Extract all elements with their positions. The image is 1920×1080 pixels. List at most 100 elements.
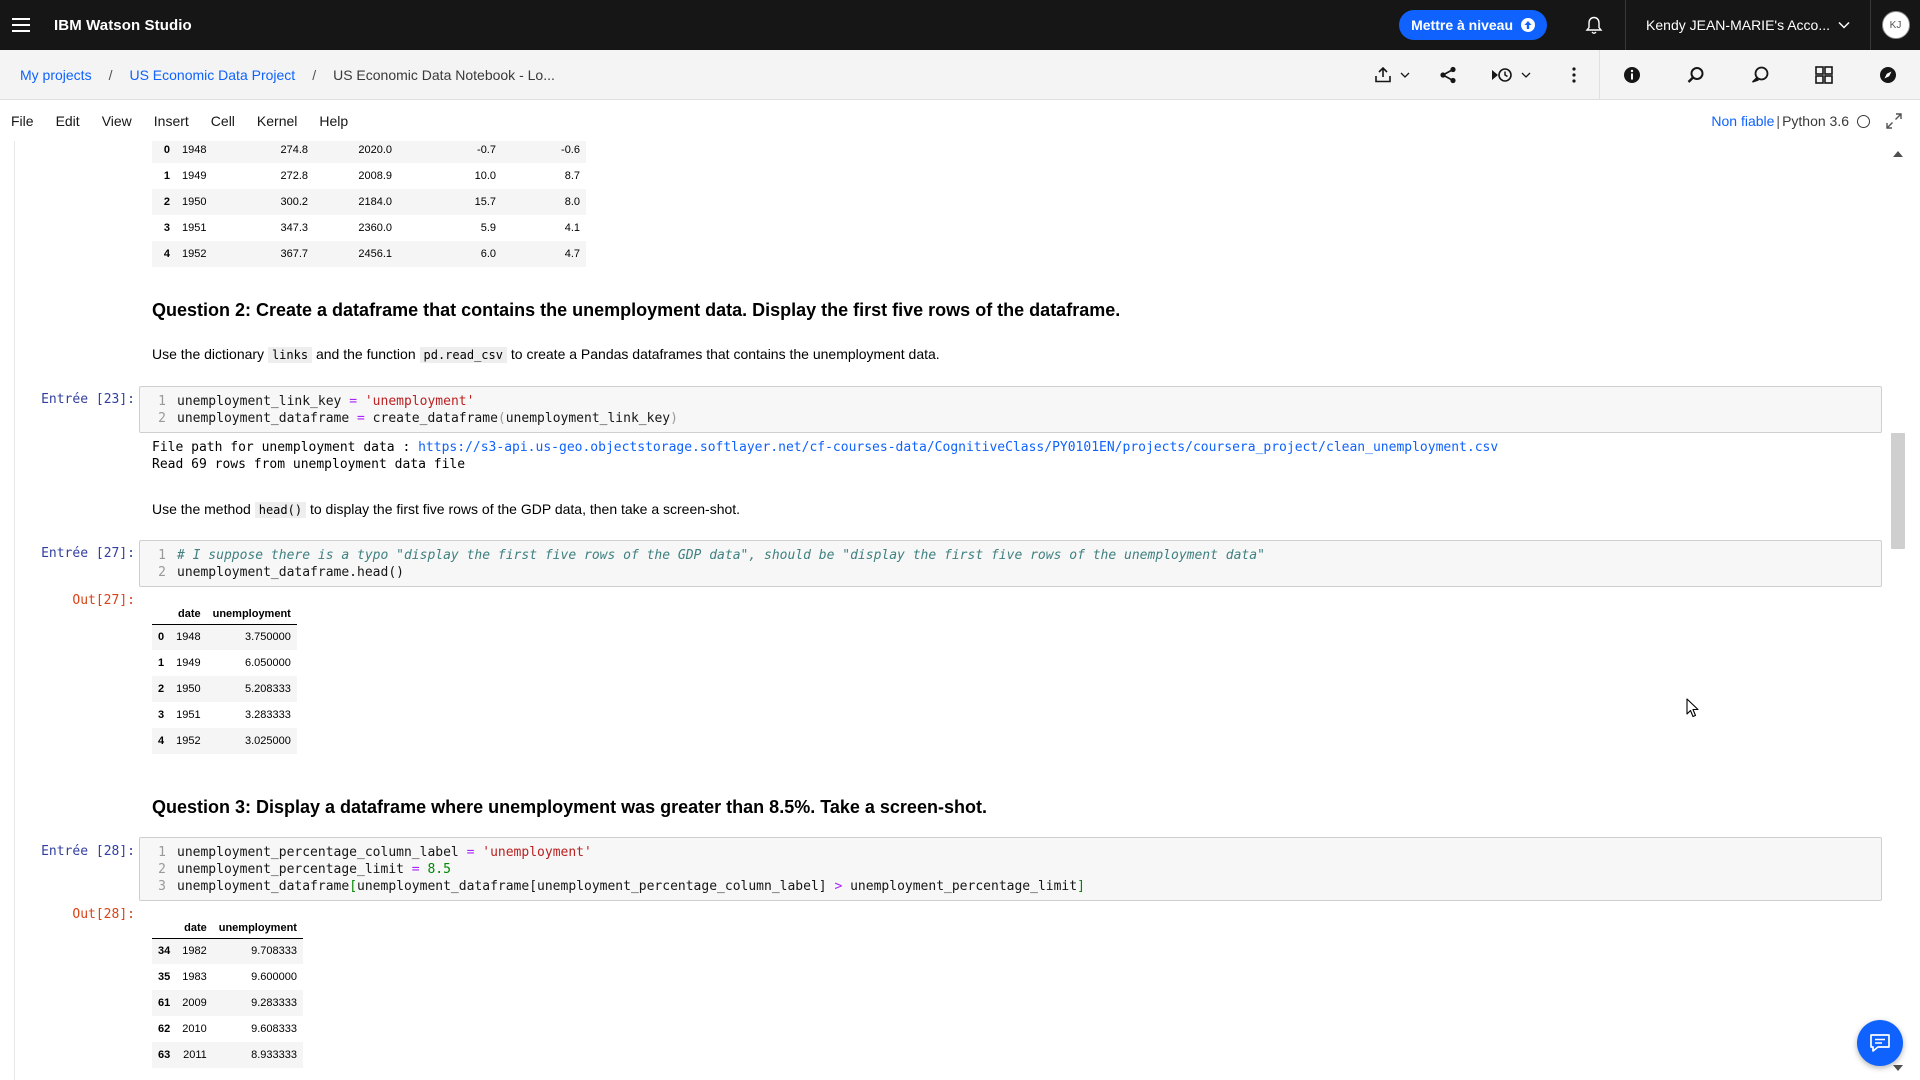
- project-toolbar: My projects / US Economic Data Project /…: [0, 49, 1920, 100]
- row-index: 34: [158, 945, 171, 958]
- cell-23-output-line-2: Read 69 rows from unemployment data file: [152, 457, 466, 472]
- table-cell: 3.283333: [244, 709, 291, 721]
- table-row: 4 1952 3.025000: [152, 728, 297, 754]
- scroll-up-arrow-icon[interactable]: [1892, 148, 1904, 160]
- row-index: 63: [158, 1049, 171, 1061]
- table-cell: 8.0: [564, 196, 580, 208]
- column-header: date: [170, 600, 207, 625]
- row-index: 3: [158, 709, 165, 721]
- comments-button[interactable]: [1728, 50, 1792, 100]
- table-cell: 1949: [182, 170, 207, 182]
- code-token: unemployment_dataframe: [177, 411, 350, 426]
- cell-27-code-editor[interactable]: 1 # I suppose there is a typo "display th…: [139, 540, 1882, 587]
- explore-button[interactable]: [1856, 50, 1920, 100]
- table-cell: 8.933333: [251, 1049, 297, 1061]
- notifications-bell-icon[interactable]: [1569, 0, 1619, 50]
- breadcrumb-project[interactable]: US Economic Data Project: [129, 67, 295, 83]
- table-cell: 4.1: [564, 222, 580, 234]
- export-icon: [1374, 66, 1392, 83]
- output-text: File path for unemployment data :: [152, 440, 419, 455]
- table-cell: 15.7: [474, 196, 496, 208]
- menu-edit[interactable]: Edit: [45, 113, 91, 129]
- account-label: Kendy JEAN-MARIE's Acco...: [1646, 17, 1830, 33]
- table-row: 3 1951 3.283333: [152, 702, 297, 728]
- menu-insert[interactable]: Insert: [143, 113, 200, 129]
- chat-support-button[interactable]: [1857, 1020, 1903, 1066]
- text-span: Use the method: [152, 501, 255, 517]
- data-assets-button[interactable]: [1792, 50, 1856, 100]
- index-header: [152, 914, 177, 939]
- user-avatar-button[interactable]: KJ: [1870, 0, 1920, 50]
- line-number: 2: [158, 862, 166, 877]
- table-cell: 347.3: [280, 222, 308, 234]
- menu-file[interactable]: File: [0, 113, 45, 129]
- line-number: 2: [158, 411, 166, 426]
- column-header: unemployment: [206, 600, 297, 625]
- breadcrumb: My projects / US Economic Data Project /…: [0, 67, 555, 83]
- version-history-button[interactable]: [1473, 50, 1549, 100]
- menu-view[interactable]: View: [91, 113, 143, 129]
- index-header: [152, 600, 171, 625]
- share-icon: [1439, 66, 1457, 84]
- table-row: 0 1948 274.8 2020.0 -0.7 -0.6: [152, 141, 586, 163]
- menu-cell[interactable]: Cell: [200, 113, 246, 129]
- table-cell: 1983: [182, 971, 207, 983]
- table-cell: 1950: [176, 683, 201, 695]
- explore-icon: [1879, 66, 1897, 84]
- share-button[interactable]: [1423, 50, 1473, 100]
- notebook-scrollbar[interactable]: [1890, 141, 1906, 1080]
- line-number: 1: [158, 394, 166, 409]
- breadcrumb-separator: /: [108, 66, 113, 83]
- info-panel-button[interactable]: [1600, 50, 1664, 100]
- scrollbar-thumb[interactable]: [1891, 433, 1905, 549]
- text-span: Use the dictionary: [152, 346, 268, 362]
- code-token: [: [349, 879, 358, 894]
- table-cell: 1948: [182, 144, 207, 156]
- chat-icon: [1869, 1033, 1891, 1053]
- output-url-link[interactable]: https://s3-api.us-geo.objectstorage.soft…: [418, 440, 1498, 455]
- breadcrumb-my-projects[interactable]: My projects: [20, 67, 92, 83]
- text-span: and the function: [312, 346, 420, 362]
- code-comment: # I suppose there is a typo "display the…: [177, 548, 1265, 563]
- upgrade-button-label: Mettre à niveau: [1411, 17, 1514, 33]
- top-navigation-bar: IBM Watson Studio Mettre à niveau Kendy …: [0, 0, 1920, 50]
- table-cell: 367.7: [280, 248, 308, 260]
- status-separator: |: [1776, 113, 1781, 129]
- table-cell: 2020.0: [358, 144, 392, 156]
- line-number: 3: [158, 879, 166, 894]
- upgrade-button[interactable]: Mettre à niveau: [1399, 10, 1548, 40]
- cell-28-code-editor[interactable]: 1 unemployment_percentage_column_label = …: [139, 837, 1882, 901]
- row-index: 0: [163, 144, 170, 156]
- product-brand[interactable]: IBM Watson Studio: [54, 17, 192, 34]
- trust-status-button[interactable]: Non fiable: [1711, 113, 1774, 129]
- table-cell: 1951: [182, 222, 207, 234]
- table-cell: 2360.0: [358, 222, 392, 234]
- table-cell: 5.208333: [244, 683, 291, 695]
- find-icon: [1687, 66, 1705, 84]
- question-3-heading: Question 3: Display a dataframe where un…: [152, 797, 987, 817]
- chevron-down-icon: [1830, 21, 1850, 29]
- breadcrumb-separator: /: [312, 66, 317, 83]
- table-row: 1 1949 272.8 2008.9 10.0 8.7: [152, 163, 586, 189]
- data-assets-icon: [1815, 65, 1833, 84]
- info-icon: [1623, 66, 1641, 84]
- question-2-instructions: Use the dictionary links and the functio…: [152, 346, 940, 363]
- upgrade-arrow-icon: [1513, 18, 1536, 32]
- table-cell: 1950: [182, 196, 207, 208]
- text-span: to create a Pandas dataframes that conta…: [506, 346, 940, 362]
- expand-icon[interactable]: [1886, 113, 1902, 129]
- table-cell: 1948: [176, 631, 201, 644]
- account-switcher[interactable]: Kendy JEAN-MARIE's Acco...: [1626, 0, 1870, 50]
- table-cell: 274.8: [280, 144, 308, 156]
- find-button[interactable]: [1664, 50, 1728, 100]
- breadcrumb-current-notebook: US Economic Data Notebook - Lo...: [333, 66, 555, 83]
- column-header: unemployment: [212, 914, 303, 939]
- scroll-down-arrow-icon[interactable]: [1892, 1062, 1904, 1074]
- overflow-menu-button[interactable]: [1549, 50, 1599, 100]
- cell-23-code-editor[interactable]: 1 unemployment_link_key = 'unemployment' …: [139, 386, 1882, 433]
- gdp-dataframe-partial: 0 1948 274.8 2020.0 -0.7 -0.6 1 1949 272.8 2008.…: [152, 141, 586, 267]
- hamburger-menu-icon[interactable]: [0, 0, 42, 50]
- export-button[interactable]: [1361, 50, 1423, 100]
- menu-kernel[interactable]: Kernel: [246, 113, 308, 129]
- menu-help[interactable]: Help: [308, 113, 359, 129]
